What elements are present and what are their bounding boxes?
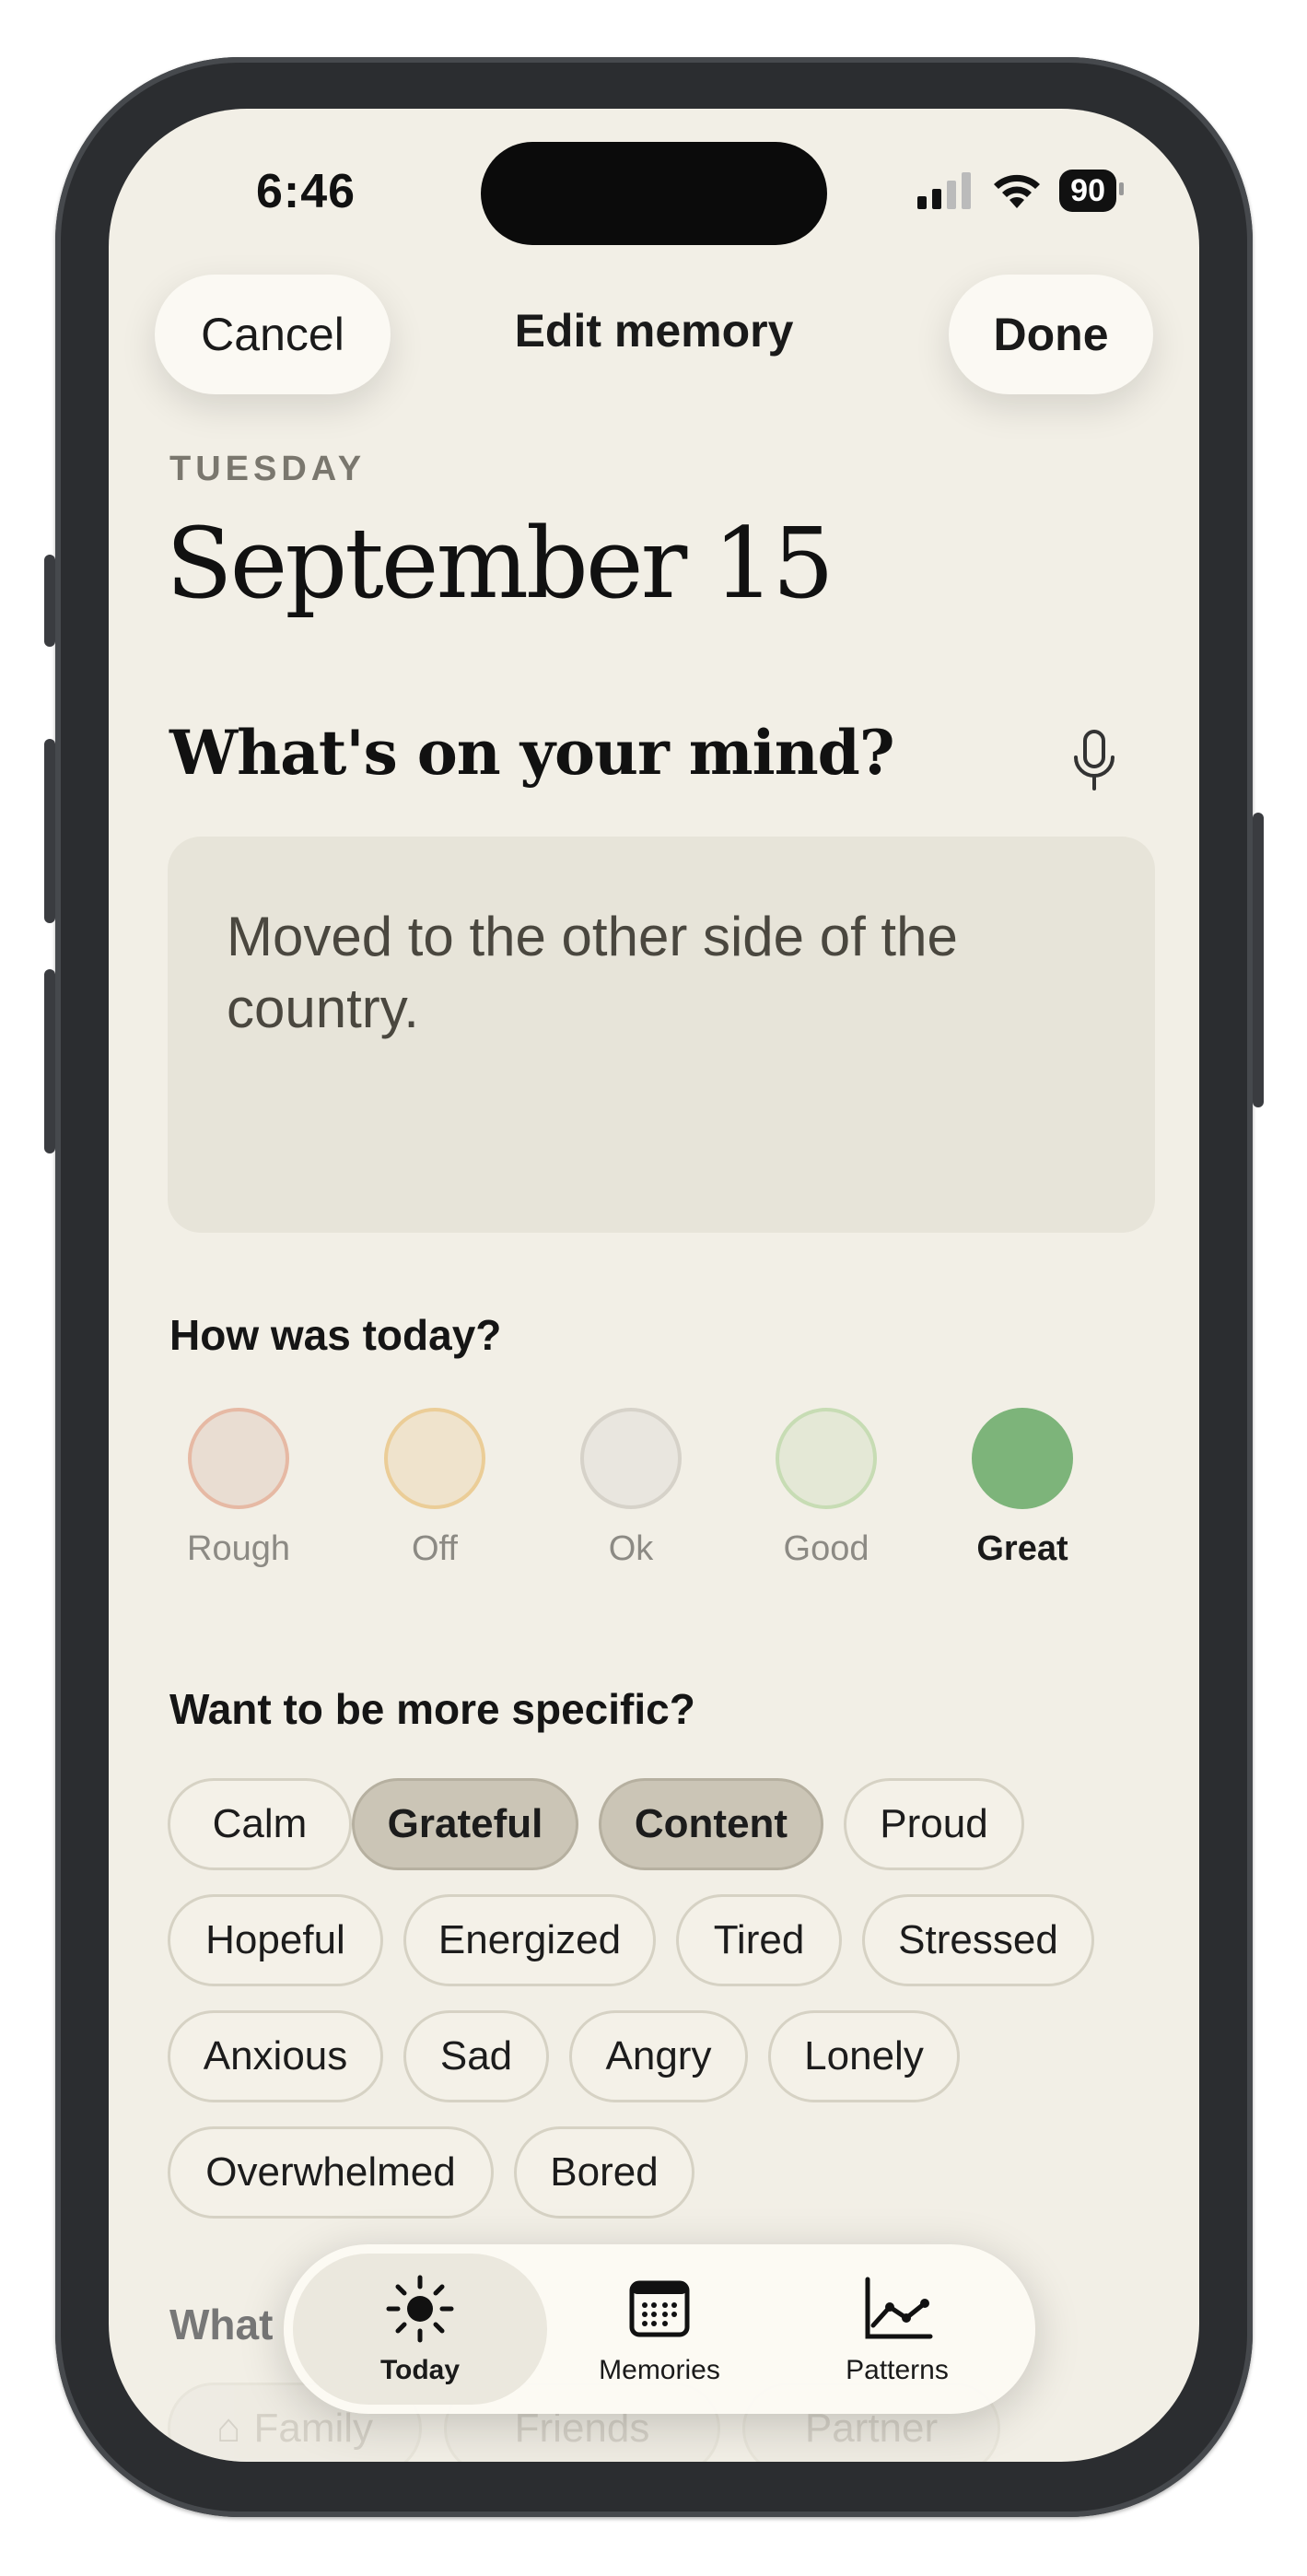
app-screen: 6:46 90 Cancel Edit memory Done TUESDAY … bbox=[109, 109, 1199, 2462]
volume-down-button bbox=[44, 969, 55, 1153]
action-button bbox=[44, 555, 55, 647]
mood-dot bbox=[384, 1408, 485, 1509]
memory-text-area[interactable]: Moved to the other side of the country. bbox=[168, 837, 1155, 1233]
mood-dot bbox=[580, 1408, 682, 1509]
mood-label: Rough bbox=[187, 1529, 290, 1568]
power-button bbox=[1253, 813, 1264, 1107]
emotion-chip-grateful[interactable]: Grateful bbox=[352, 1778, 578, 1870]
page-title: Edit memory bbox=[514, 305, 794, 357]
mood-option-rough[interactable]: Rough bbox=[169, 1408, 308, 1569]
status-icons: 90 bbox=[916, 168, 1124, 214]
mood-label: Off bbox=[412, 1529, 458, 1568]
home-icon: ⌂ bbox=[216, 2406, 241, 2451]
volume-up-button bbox=[44, 739, 55, 923]
tab-memories[interactable]: Memories bbox=[531, 2254, 788, 2405]
sun-icon bbox=[386, 2275, 454, 2343]
microphone-icon[interactable] bbox=[1067, 728, 1122, 792]
mood-option-great[interactable]: Great bbox=[953, 1408, 1091, 1569]
mood-dot bbox=[188, 1408, 289, 1509]
emotion-chip-angry[interactable]: Angry bbox=[569, 2010, 748, 2102]
mood-option-ok[interactable]: Ok bbox=[562, 1408, 700, 1569]
mood-dot bbox=[776, 1408, 877, 1509]
dynamic-island bbox=[481, 142, 827, 245]
emotion-chip-proud[interactable]: Proud bbox=[844, 1778, 1024, 1870]
mood-heading: How was today? bbox=[169, 1311, 502, 1359]
mood-label: Ok bbox=[608, 1529, 654, 1568]
emotions-heading: Want to be more specific? bbox=[169, 1685, 695, 1733]
tab-label: Patterns bbox=[846, 2355, 949, 2385]
tab-patterns[interactable]: Patterns bbox=[768, 2254, 1026, 2405]
mood-label: Great bbox=[976, 1529, 1068, 1568]
emotion-chip-content[interactable]: Content bbox=[599, 1778, 823, 1870]
tab-label: Today bbox=[379, 2355, 461, 2385]
wifi-icon bbox=[994, 174, 1041, 208]
tab-bar: Today Memories Patterns bbox=[284, 2244, 1035, 2414]
emotion-chip-stressed[interactable]: Stressed bbox=[862, 1894, 1094, 1986]
battery-indicator: 90 bbox=[1059, 170, 1124, 212]
emotion-chip-bored[interactable]: Bored bbox=[514, 2126, 694, 2219]
calendar-icon bbox=[629, 2280, 690, 2337]
emotion-chip-sad[interactable]: Sad bbox=[403, 2010, 549, 2102]
memory-text: Moved to the other side of the country. bbox=[227, 906, 958, 1039]
emotion-chip-tired[interactable]: Tired bbox=[676, 1894, 842, 1986]
status-time: 6:46 bbox=[256, 165, 356, 218]
emotion-chip-lonely[interactable]: Lonely bbox=[768, 2010, 960, 2102]
mood-label: Good bbox=[783, 1529, 869, 1568]
emotion-chip-calm[interactable]: Calm bbox=[168, 1778, 352, 1870]
emotion-chip-hopeful[interactable]: Hopeful bbox=[168, 1894, 383, 1986]
entry-weekday: TUESDAY bbox=[169, 450, 367, 488]
tab-today[interactable]: Today bbox=[293, 2254, 547, 2405]
mood-dot bbox=[972, 1408, 1073, 1509]
chart-line-icon bbox=[865, 2277, 933, 2339]
tab-label: Memories bbox=[599, 2355, 720, 2385]
emotion-chip-energized[interactable]: Energized bbox=[403, 1894, 656, 1986]
cancel-button[interactable]: Cancel bbox=[155, 275, 391, 394]
entry-date: September 15 bbox=[166, 507, 834, 620]
prompt-heading: What's on your mind? bbox=[169, 717, 895, 789]
people-heading: What bbox=[169, 2301, 274, 2348]
mood-option-good[interactable]: Good bbox=[757, 1408, 895, 1569]
cellular-signal-icon bbox=[917, 172, 972, 209]
emotion-chip-overwhelmed[interactable]: Overwhelmed bbox=[168, 2126, 494, 2219]
emotion-chip-anxious[interactable]: Anxious bbox=[168, 2010, 383, 2102]
mood-option-off[interactable]: Off bbox=[366, 1408, 504, 1569]
done-button[interactable]: Done bbox=[949, 275, 1153, 394]
